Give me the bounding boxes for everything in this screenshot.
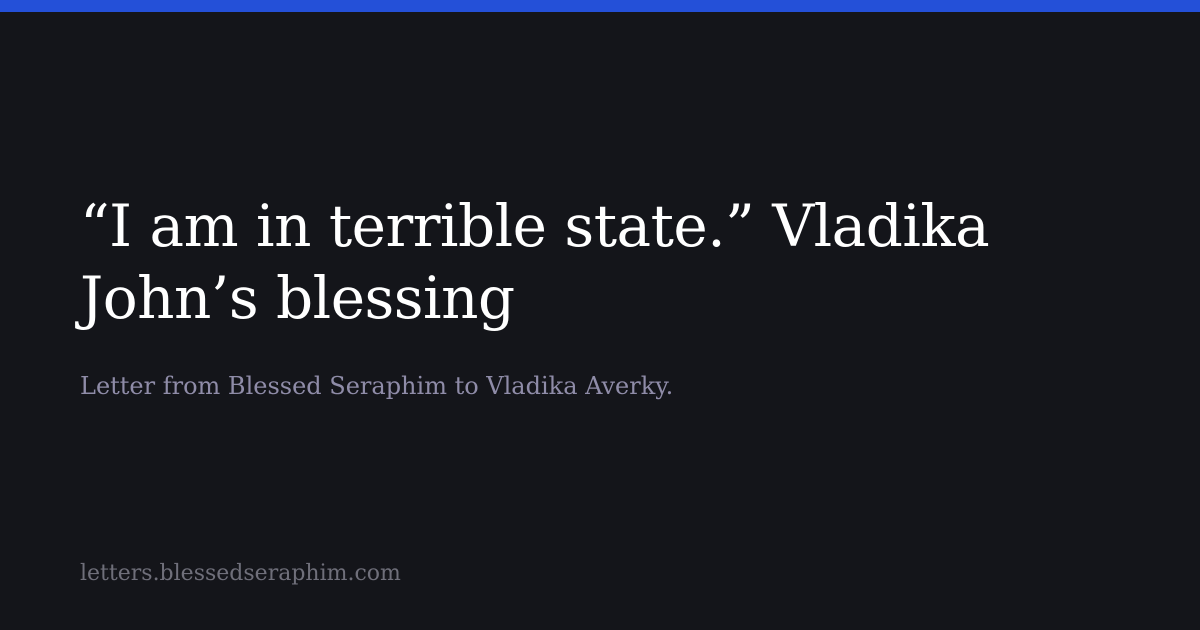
accent-top-bar [0, 0, 1200, 12]
page-subtitle: Letter from Blessed Seraphim to Vladika … [80, 372, 674, 400]
page-title: “I am in terrible state.” Vladika John’s… [80, 192, 990, 332]
share-card: “I am in terrible state.” Vladika John’s… [0, 12, 1200, 630]
site-url: letters.blessedseraphim.com [80, 561, 401, 586]
